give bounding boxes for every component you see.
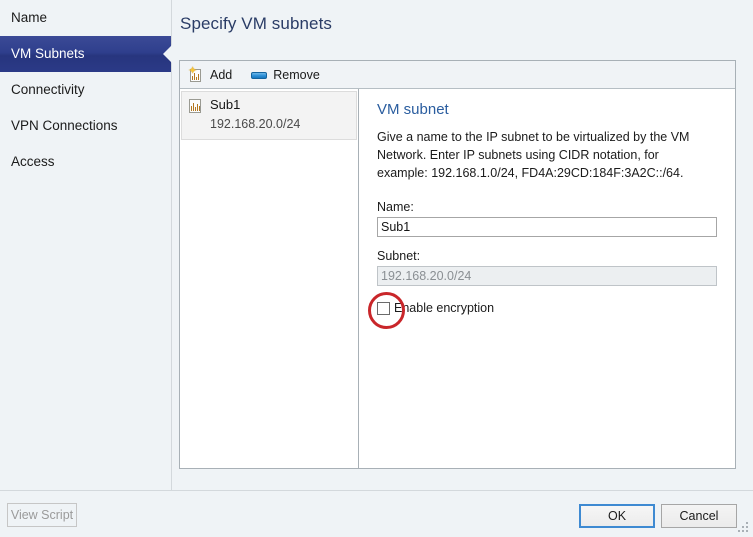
sidebar-item-name[interactable]: Name — [0, 0, 171, 36]
list-item[interactable]: Sub1 192.168.20.0/24 — [181, 91, 357, 140]
sidebar-item-label: VPN Connections — [11, 118, 118, 133]
sidebar-item-label: VM Subnets — [11, 46, 85, 61]
vm-network-wizard-dialog: Name VM Subnets Connectivity VPN Connect… — [0, 0, 753, 537]
list-item-subnet: 192.168.20.0/24 — [210, 116, 301, 131]
add-subnet-icon: ✦ — [188, 65, 204, 83]
add-button-label: Add — [210, 67, 233, 82]
subnet-input — [377, 266, 717, 287]
cancel-button-label: Cancel — [679, 509, 719, 523]
add-button[interactable]: ✦ Add — [186, 64, 239, 86]
ok-button-label: OK — [607, 509, 627, 523]
split-container: Sub1 192.168.20.0/24 VM subnet Give a na… — [180, 89, 735, 468]
vm-subnet-detail-panel: VM subnet Give a name to the IP subnet t… — [359, 89, 735, 468]
subnet-icon — [188, 98, 203, 114]
enable-encryption-row[interactable]: Enable encryption — [368, 292, 577, 330]
content-frame: ✦ Add Remove Sub1 192.168.20.0/24 VM sub… — [179, 60, 736, 469]
sidebar-item-label: Connectivity — [11, 82, 85, 97]
wizard-sidebar: Name VM Subnets Connectivity VPN Connect… — [0, 0, 172, 490]
sidebar-item-connectivity[interactable]: Connectivity — [0, 72, 171, 108]
view-script-button[interactable]: View Script — [7, 503, 77, 527]
sidebar-item-label: Access — [11, 154, 55, 169]
sidebar-item-vpn-connections[interactable]: VPN Connections — [0, 108, 171, 144]
resize-grip[interactable] — [738, 522, 750, 534]
remove-button-label: Remove — [273, 67, 320, 82]
view-script-button-label: View Script — [10, 508, 74, 522]
name-field-label: Name: — [377, 200, 414, 215]
subnet-list-panel[interactable]: Sub1 192.168.20.0/24 — [180, 89, 359, 468]
name-input[interactable] — [377, 217, 717, 238]
subnet-field-label: Subnet: — [377, 249, 421, 264]
ok-button[interactable]: OK — [579, 504, 655, 528]
page-title: Specify VM subnets — [180, 14, 333, 33]
remove-button[interactable]: Remove — [249, 64, 327, 86]
subnets-toolbar: ✦ Add Remove — [180, 61, 735, 89]
sidebar-item-vm-subnets[interactable]: VM Subnets — [0, 36, 172, 72]
cancel-button[interactable]: Cancel — [661, 504, 737, 528]
sidebar-item-access[interactable]: Access — [0, 144, 171, 180]
enable-encryption-checkbox[interactable] — [377, 301, 390, 315]
enable-encryption-label: Enable encryption — [394, 301, 495, 316]
remove-icon — [251, 67, 268, 83]
detail-description: Give a name to the IP subnet to be virtu… — [377, 130, 690, 181]
sidebar-item-label: Name — [11, 10, 48, 25]
detail-heading: VM subnet — [377, 101, 449, 118]
list-item-name: Sub1 — [210, 97, 241, 112]
